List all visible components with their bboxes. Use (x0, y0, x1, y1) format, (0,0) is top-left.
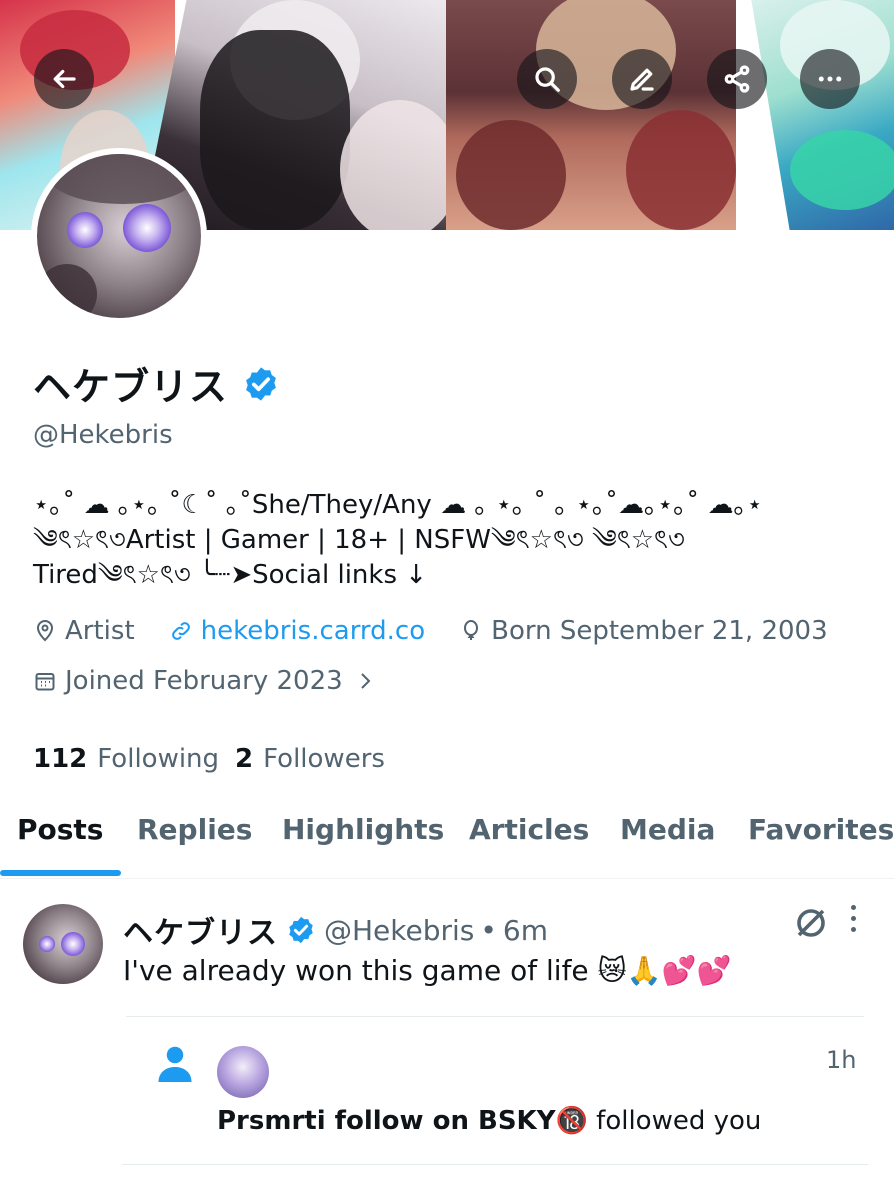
post-author-name[interactable]: ヘケブリス (123, 908, 278, 952)
back-arrow-icon (53, 69, 76, 89)
followers-label: Followers (263, 744, 385, 774)
following-link[interactable]: 112 Following (33, 744, 219, 774)
verified-badge-icon (289, 916, 313, 944)
profile-birthday: Born September 21, 2003 (459, 616, 828, 646)
person-icon (158, 1046, 192, 1082)
profile-name-row: ヘケブリス (33, 356, 280, 411)
following-count: 112 (33, 744, 88, 774)
tab-replies[interactable]: Replies (137, 813, 252, 846)
profile-tabs: Posts Replies Highlights Articles Media … (0, 805, 894, 879)
follow-counts: 112 Following 2 Followers (33, 744, 385, 774)
share-button[interactable] (707, 49, 767, 109)
banner-art-panel (446, 0, 736, 230)
verified-badge-icon[interactable] (242, 365, 280, 403)
edit-icon (630, 68, 654, 91)
more-options-button[interactable] (800, 49, 860, 109)
edit-button[interactable] (612, 49, 672, 109)
followers-link[interactable]: 2 Followers (235, 744, 385, 774)
share-icon (724, 65, 750, 93)
post-timestamp[interactable]: 6m (503, 914, 548, 947)
tab-media[interactable]: Media (620, 813, 715, 846)
profile-handle: @Hekebris (33, 420, 173, 450)
profile-avatar[interactable] (31, 148, 207, 324)
joined-label: Joined February 2023 (65, 666, 343, 696)
tab-favorites[interactable]: Favorites (748, 813, 894, 846)
tab-highlights[interactable]: Highlights (282, 813, 444, 846)
category-label: Artist (65, 616, 135, 646)
post-author-avatar[interactable] (23, 904, 103, 984)
grok-icon[interactable] (793, 905, 829, 941)
banner-art-panel (751, 0, 894, 230)
post-more-button[interactable] (845, 902, 861, 938)
bio-line: Tired༄ৎ☆ৎ৩ ╰┈➤Social links ↓ (33, 560, 428, 590)
chevron-right-icon (360, 673, 371, 689)
notification-user-avatar[interactable] (217, 1046, 269, 1098)
followers-count: 2 (235, 744, 254, 774)
notification-text: Prsmrti follow on BSKY🔞 followed you (217, 1106, 761, 1136)
notification-time: 1h (826, 1046, 857, 1074)
website-label: hekebris.carrd.co (200, 616, 426, 646)
search-button[interactable] (517, 49, 577, 109)
location-pin-icon (36, 620, 54, 642)
divider (126, 1016, 864, 1017)
post-separator: • (480, 913, 497, 947)
search-icon (535, 67, 560, 92)
website-link[interactable]: hekebris.carrd.co (169, 616, 426, 646)
birthday-label: Born September 21, 2003 (491, 616, 828, 646)
balloon-icon (464, 620, 479, 640)
divider (122, 1164, 868, 1165)
post-header: ヘケブリス @Hekebris • 6m (123, 908, 548, 952)
following-label: Following (97, 744, 220, 774)
tab-posts[interactable]: Posts (17, 813, 103, 846)
bio-line: ⋆｡˚ ☁︎ ｡⋆｡ ˚☾˚ ｡˚She/They/Any ☁︎ ｡ ⋆｡ ˚ … (33, 490, 763, 520)
link-icon (171, 622, 190, 640)
profile-category: Artist (33, 616, 135, 646)
profile-bio: ⋆｡˚ ☁︎ ｡⋆｡ ˚☾˚ ｡˚She/They/Any ☁︎ ｡ ⋆｡ ˚ … (33, 488, 873, 593)
tab-articles[interactable]: Articles (469, 813, 589, 846)
calendar-icon (35, 673, 55, 691)
display-name: ヘケブリス (33, 365, 229, 409)
profile-meta-row: Artist hekebris.carrd.co Born September … (33, 616, 862, 646)
post-text: I've already won this game of life 😿🙏💕💕 (123, 954, 732, 987)
profile-joined-row[interactable]: Joined February 2023 (33, 666, 377, 696)
notification-action: followed you (596, 1106, 762, 1136)
notification-user-name[interactable]: Prsmrti follow on BSKY🔞 (217, 1106, 588, 1136)
post-author-handle[interactable]: @Hekebris (324, 914, 474, 947)
active-tab-indicator (0, 870, 121, 876)
back-button[interactable] (34, 49, 94, 109)
bio-line: ༄ৎ☆ৎ৩Artist | Gamer | 18+ | NSFW༄ৎ☆ৎ৩ ༄ৎ… (33, 525, 685, 555)
more-horizontal-icon (818, 76, 842, 82)
